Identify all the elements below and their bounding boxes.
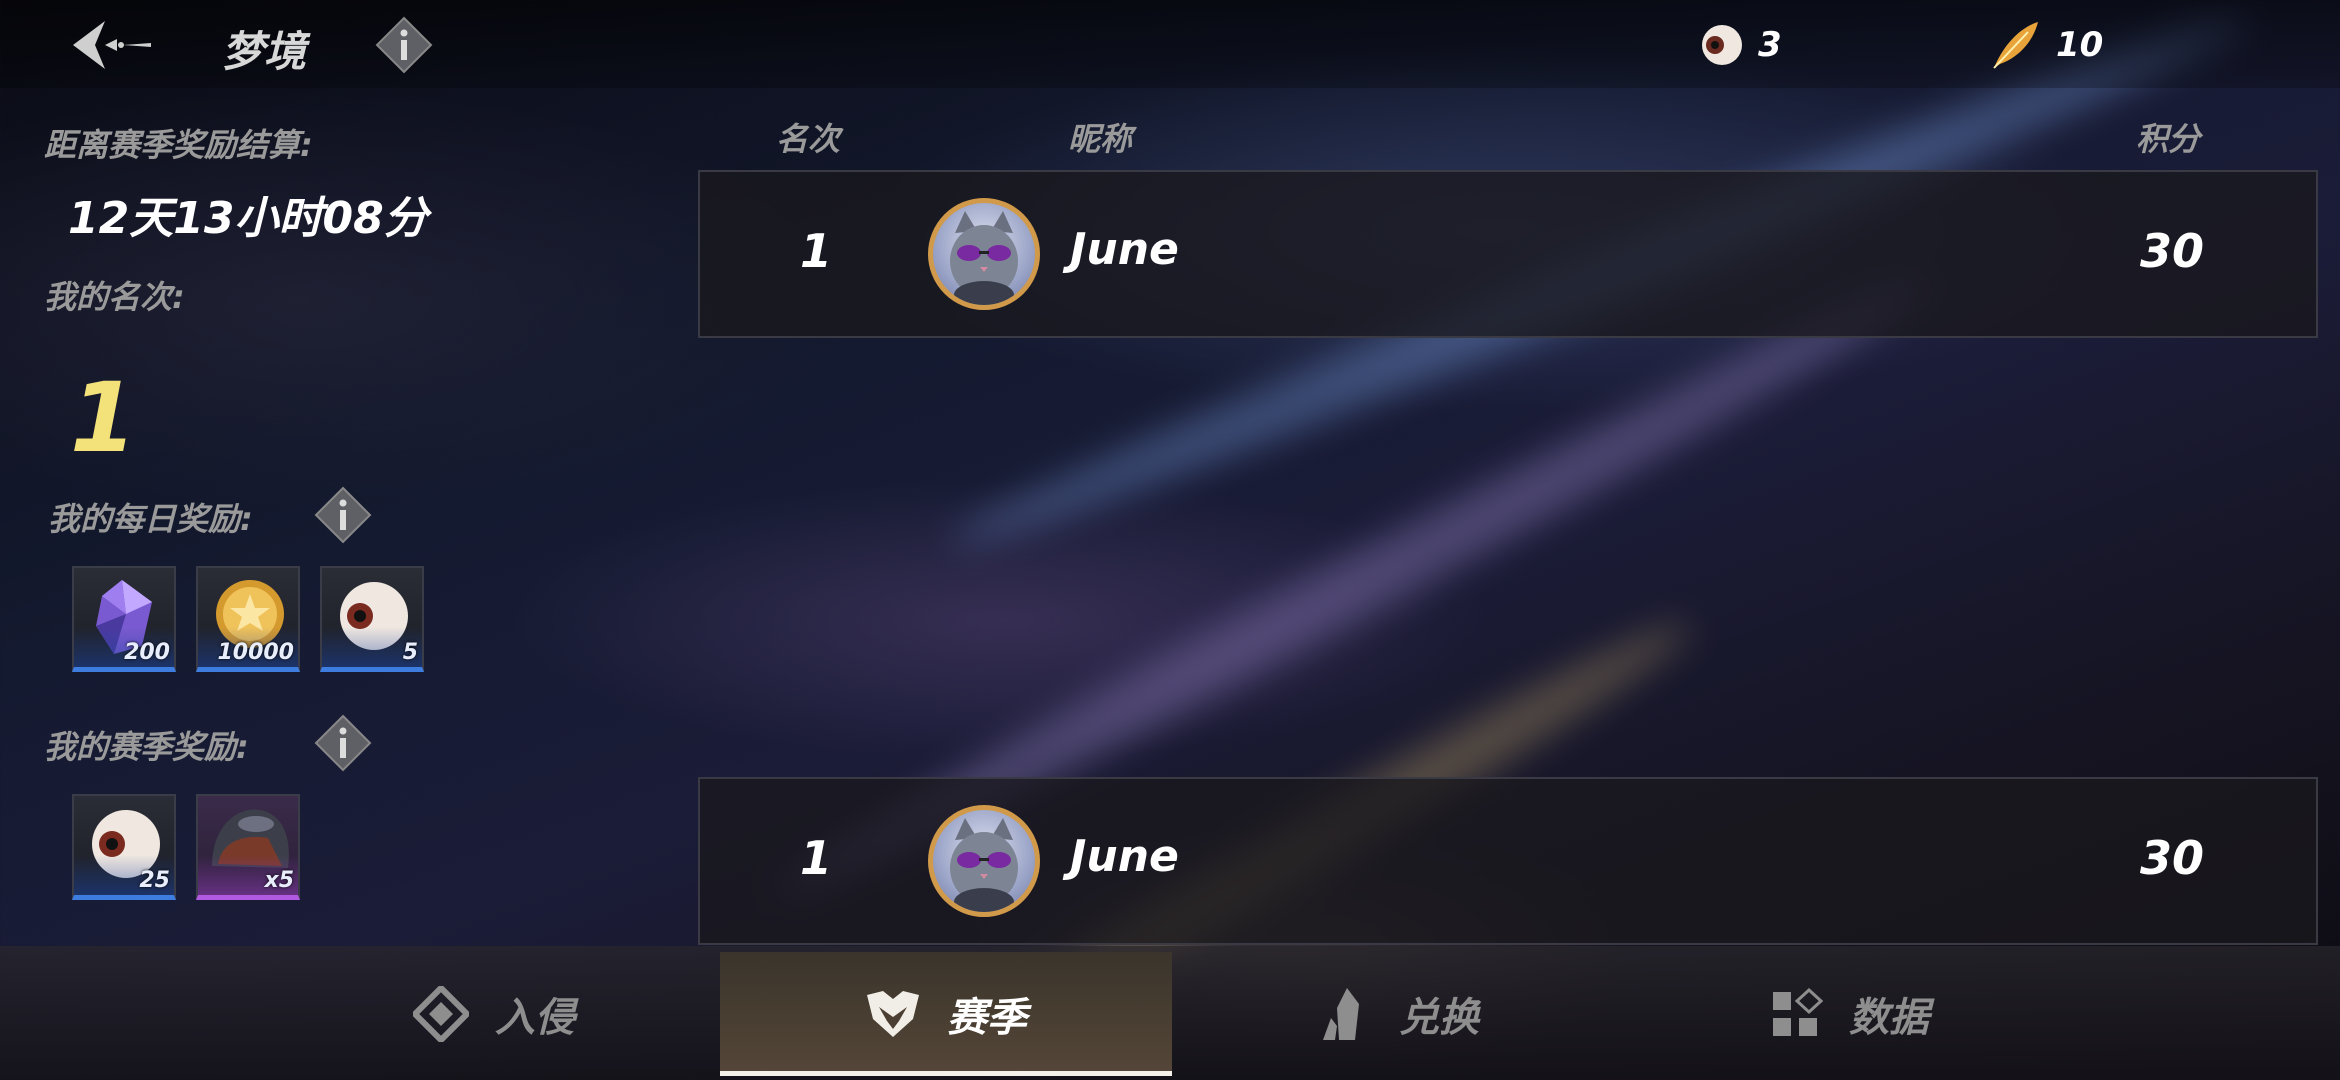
- season-reward-helmet[interactable]: x5: [196, 794, 300, 900]
- row-score: 30: [2139, 224, 2204, 278]
- page-title: 梦境: [222, 27, 307, 76]
- daily-rewards-info-button[interactable]: [314, 486, 372, 544]
- column-header-score: 积分: [2136, 120, 2201, 158]
- back-arrow-icon: [73, 21, 151, 69]
- season-icon: [867, 991, 919, 1037]
- info-icon: [375, 16, 433, 74]
- my-rank-row[interactable]: 1 June 30: [698, 777, 2318, 945]
- leaderboard-row[interactable]: 1 June 30: [698, 170, 2318, 338]
- avatar[interactable]: [928, 805, 1040, 917]
- my-rank-value: 1: [70, 362, 137, 474]
- countdown-label: 距离赛季奖励结算:: [44, 126, 313, 164]
- column-header-nickname: 昵称: [1068, 120, 1133, 158]
- my-rank-label: 我的名次:: [44, 278, 185, 316]
- eyeball-resource: 3: [1700, 18, 1782, 72]
- tab-label: 数据: [1849, 995, 1929, 1041]
- daily-reward-coin[interactable]: 10000: [196, 566, 300, 672]
- golden-feather-icon: [1993, 22, 2038, 69]
- cat-sunglasses-icon: [950, 211, 1018, 305]
- reward-count: x5: [264, 868, 295, 893]
- tab-invasion[interactable]: 入侵: [268, 952, 720, 1076]
- column-header-rank: 名次: [776, 120, 841, 158]
- daily-reward-gem[interactable]: 200: [72, 566, 176, 672]
- tab-season[interactable]: 赛季: [720, 952, 1172, 1076]
- info-icon: [314, 486, 372, 544]
- tab-label: 赛季: [947, 995, 1027, 1041]
- top-bar: 梦境 3 10: [0, 0, 2340, 88]
- tab-label: 兑换: [1399, 995, 1479, 1041]
- eyeball-icon: [1702, 25, 1742, 65]
- invasion-icon: [413, 986, 469, 1042]
- cat-sunglasses-icon: [950, 818, 1018, 912]
- tab-data[interactable]: 数据: [1624, 952, 2076, 1076]
- row-name: June: [1070, 831, 1179, 882]
- tab-label: 入侵: [495, 995, 575, 1041]
- feather-count: 10: [2056, 25, 2104, 65]
- season-rewards-info-button[interactable]: [314, 714, 372, 772]
- data-icon: [1773, 988, 1823, 1036]
- avatar[interactable]: [928, 198, 1040, 310]
- feather-resource: 10: [1988, 18, 2103, 72]
- back-button[interactable]: [60, 12, 160, 78]
- row-rank: 1: [800, 831, 833, 885]
- season-rewards-label: 我的赛季奖励:: [44, 728, 249, 766]
- daily-reward-eyeball[interactable]: 5: [320, 566, 424, 672]
- reward-count: 25: [139, 868, 170, 893]
- daily-rewards-label: 我的每日奖励:: [48, 500, 253, 538]
- eyeball-count: 3: [1758, 25, 1782, 65]
- reward-count: 5: [402, 640, 418, 665]
- info-icon: [314, 714, 372, 772]
- row-score: 30: [2139, 831, 2204, 885]
- reward-count: 200: [124, 640, 170, 665]
- row-name: June: [1070, 224, 1179, 275]
- tab-exchange[interactable]: 兑换: [1172, 952, 1624, 1076]
- season-reward-eyeball[interactable]: 25: [72, 794, 176, 900]
- countdown-value: 12天13小时08分: [68, 193, 428, 244]
- info-button[interactable]: [375, 16, 433, 74]
- reward-count: 10000: [217, 640, 294, 665]
- row-rank: 1: [800, 224, 833, 278]
- exchange-icon: [1323, 988, 1359, 1040]
